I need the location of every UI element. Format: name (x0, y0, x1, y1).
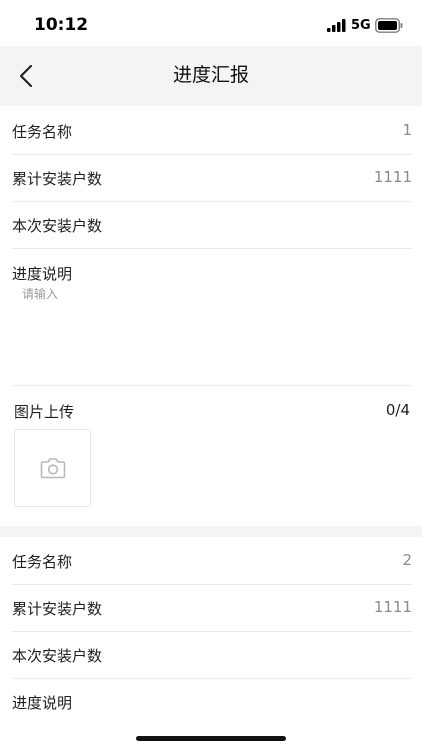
task-name-value: 2 (402, 551, 412, 569)
home-indicator (136, 736, 286, 741)
total-installs-value: 1111 (373, 598, 412, 616)
total-installs-label: 累计安装户数 (12, 170, 103, 188)
status-time: 10:12 (34, 15, 89, 35)
current-installs-label: 本次安装户数 (12, 217, 103, 235)
total-installs-label: 累计安装户数 (12, 600, 103, 618)
total-installs-value: 1111 (373, 168, 412, 186)
progress-note-input[interactable] (22, 285, 407, 375)
progress-note-label: 进度说明 (12, 265, 73, 283)
image-upload-label: 图片上传 (14, 403, 75, 421)
network-label: 5G (351, 18, 371, 33)
progress-note-block: 进度说明 (12, 249, 412, 386)
current-installs-row: 本次安装户数 (12, 202, 412, 249)
task-name-label: 任务名称 (12, 123, 73, 141)
progress-note-row: 进度说明 (12, 679, 412, 726)
current-installs-input[interactable] (212, 632, 412, 678)
total-installs-row: 累计安装户数 1111 (12, 585, 412, 632)
task-name-row: 任务名称 1 (12, 108, 412, 155)
signal-icon (327, 19, 346, 32)
nav-bar: 进度汇报 (0, 46, 422, 106)
camera-icon (40, 458, 65, 479)
section-divider (0, 526, 422, 537)
status-bar: 10:12 5G (0, 0, 422, 46)
image-upload-count: 0/4 (385, 401, 410, 419)
task-name-label: 任务名称 (12, 553, 73, 571)
image-upload-button[interactable] (14, 429, 91, 507)
current-installs-label: 本次安装户数 (12, 647, 103, 665)
battery-icon (375, 18, 403, 33)
task-name-row: 任务名称 2 (12, 538, 412, 585)
total-installs-row: 累计安装户数 1111 (12, 155, 412, 202)
current-installs-row: 本次安装户数 (12, 632, 412, 679)
progress-note-label: 进度说明 (12, 694, 73, 712)
page-title: 进度汇报 (172, 64, 249, 86)
current-installs-input[interactable] (212, 202, 412, 248)
task-name-value: 1 (402, 121, 412, 139)
task-card-2: 任务名称 2 累计安装户数 1111 本次安装户数 进度说明 (0, 538, 422, 738)
